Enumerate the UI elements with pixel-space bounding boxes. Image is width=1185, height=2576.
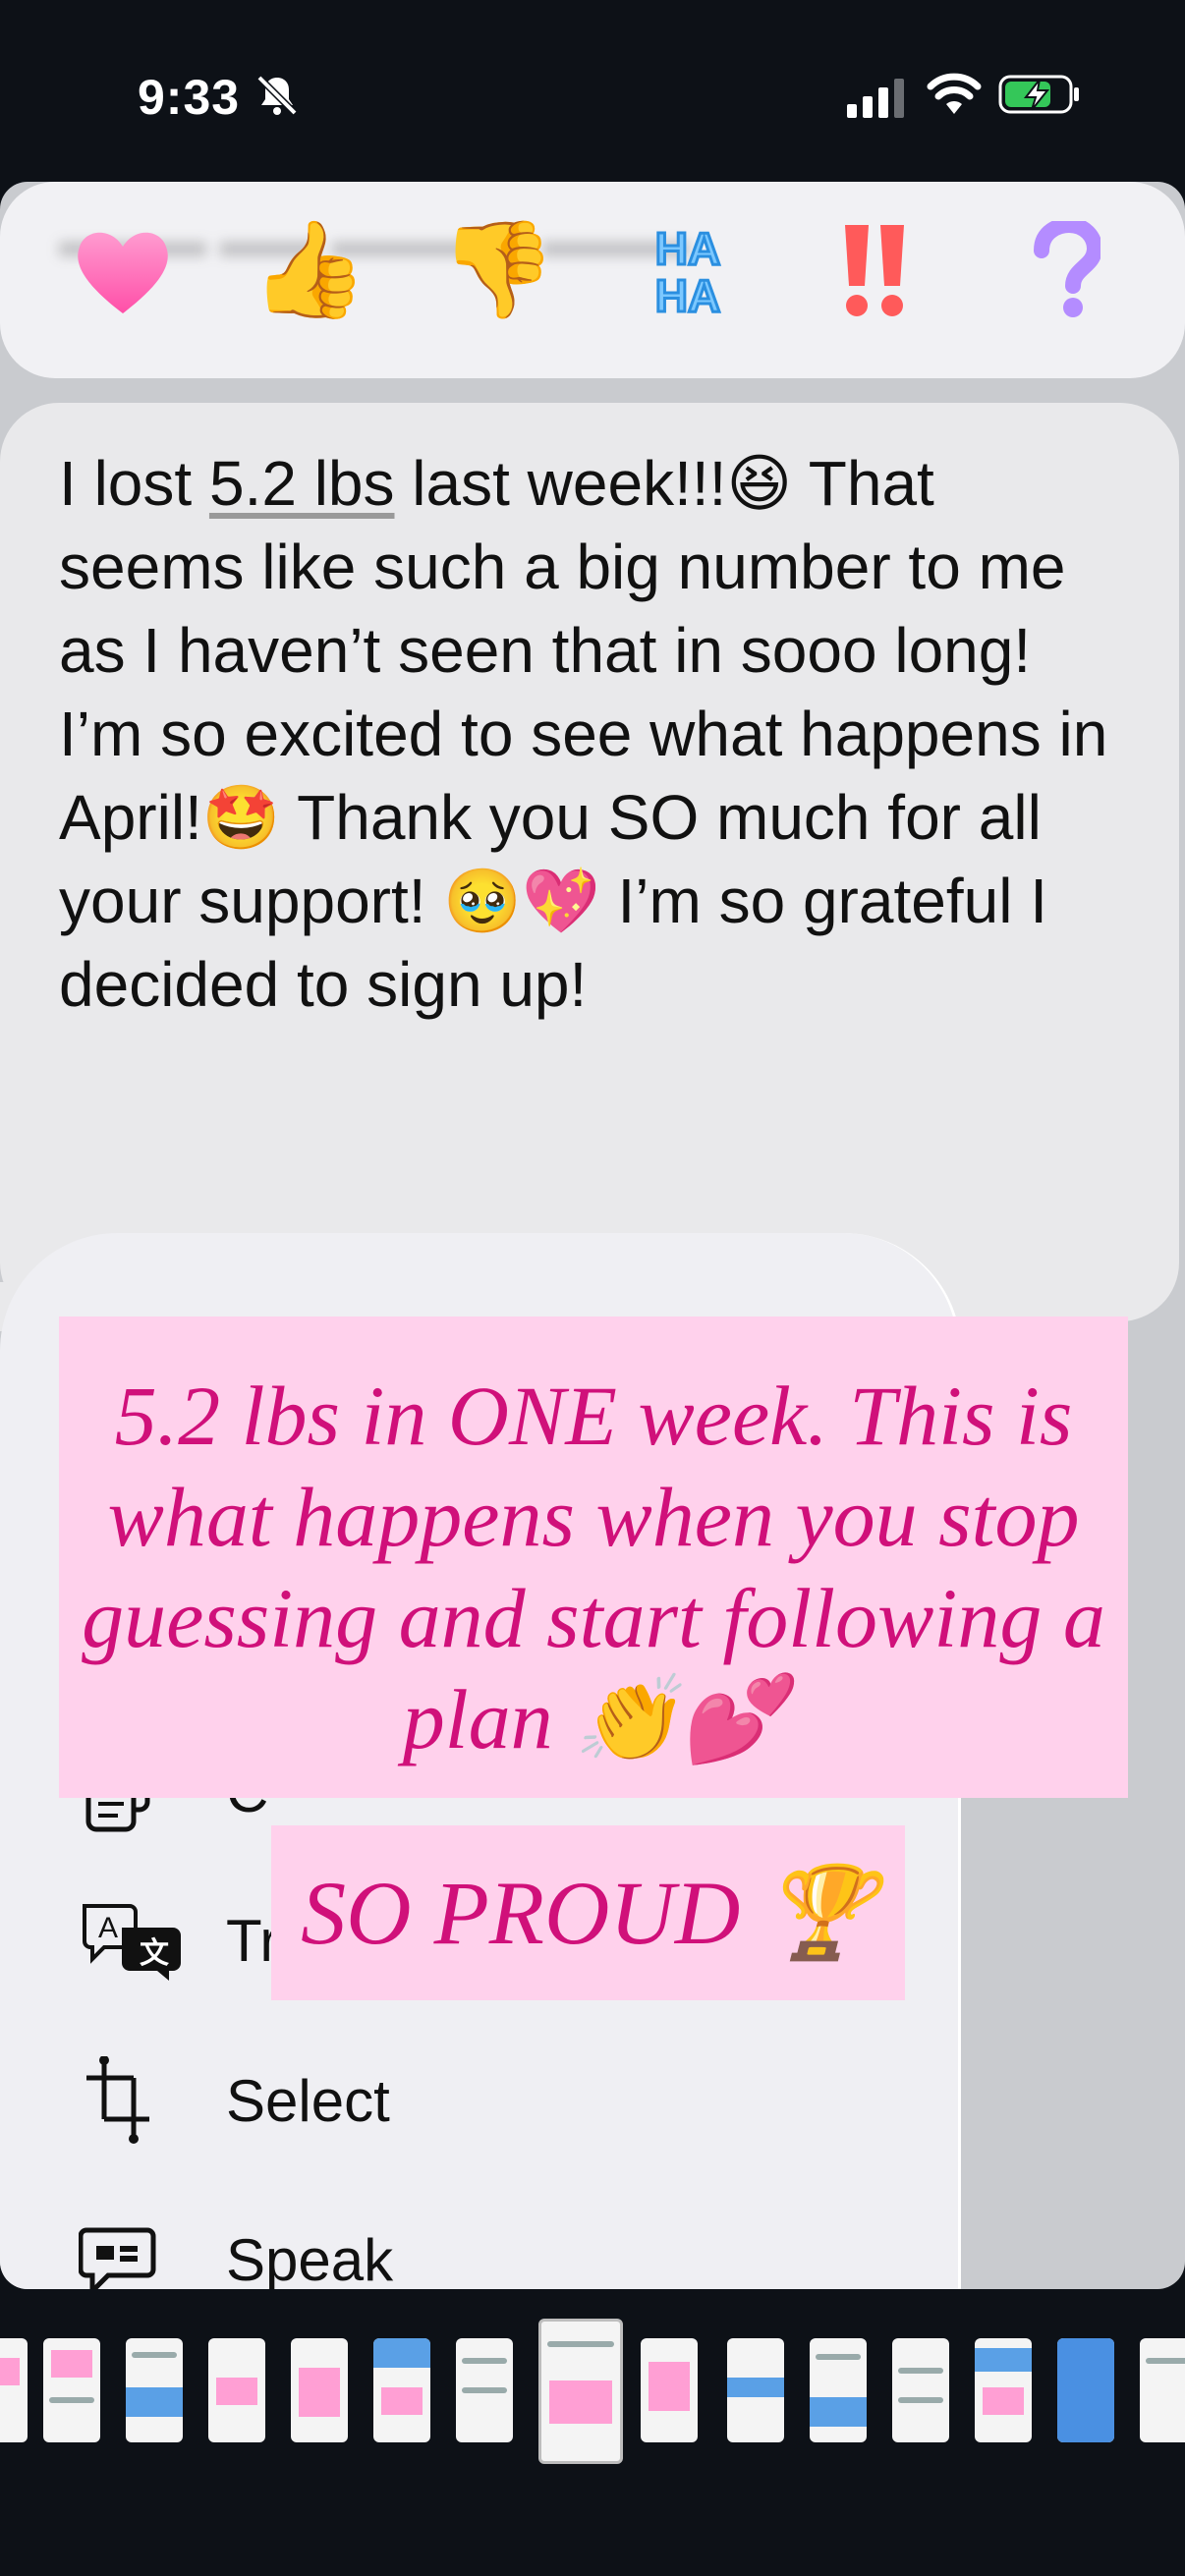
thumbnail-current[interactable]	[538, 2319, 623, 2464]
thumbnail[interactable]	[727, 2338, 784, 2442]
thumbnail[interactable]	[641, 2338, 698, 2442]
menu-item-speak[interactable]: Speak	[79, 2206, 924, 2289]
thumbnail[interactable]	[43, 2338, 100, 2442]
thumbnail[interactable]	[810, 2338, 867, 2442]
menu-item-speak-label: Speak	[226, 2226, 394, 2290]
wifi-icon	[927, 73, 982, 114]
double-exclamation-icon	[845, 225, 904, 316]
thumbs-up-icon: 👍	[251, 217, 368, 322]
thumbnail[interactable]	[975, 2338, 1032, 2442]
thumbs-down-icon: 👎	[439, 217, 557, 322]
thumbnail[interactable]	[208, 2338, 265, 2442]
thumbs-down-reaction-button[interactable]: 👎	[439, 211, 557, 329]
question-mark-icon	[1034, 221, 1100, 317]
heart-icon	[78, 232, 168, 313]
svg-text:HA: HA	[655, 223, 720, 274]
translate-icon: A 文	[83, 1904, 181, 1981]
haha-icon: HA HA	[653, 222, 721, 320]
haha-reaction-button[interactable]: HA HA	[629, 211, 747, 329]
thumbnail[interactable]	[1140, 2338, 1185, 2442]
thumbnail[interactable]	[126, 2338, 183, 2442]
caption-overlay-main: 5.2 lbs in ONE week. This is what happen…	[59, 1316, 1128, 1798]
question-reaction-button[interactable]	[1007, 211, 1125, 329]
status-time: 9:33	[138, 70, 241, 125]
speak-icon	[79, 2227, 156, 2289]
menu-item-select-label: Select	[226, 2067, 390, 2134]
status-bar: 9:33	[0, 0, 1185, 187]
weight-link[interactable]: 5.2 lbs	[209, 448, 395, 519]
message-text-rest: last week!!!😆 That seems like such a big…	[59, 448, 1108, 1020]
thumbs-up-reaction-button[interactable]: 👍	[251, 211, 368, 329]
svg-text:A: A	[98, 1912, 118, 1944]
message-text-start: I lost	[59, 448, 209, 519]
message-screen: ▬▬▬ ▬▬ ▬▬▬▬ ▬▬▬ 👍 👎 HA HA I lost 5.2 lbs…	[0, 182, 1185, 2289]
thumbnail[interactable]	[291, 2338, 348, 2442]
menu-item-select[interactable]: Select	[79, 2046, 924, 2155]
caption-overlay-proud: SO PROUD 🏆	[271, 1825, 905, 2000]
thumbnail[interactable]	[1057, 2338, 1114, 2442]
thumbnail[interactable]	[456, 2338, 513, 2442]
thumbnail[interactable]	[892, 2338, 949, 2442]
select-crop-icon	[86, 2056, 149, 2144]
heart-reaction-button[interactable]	[64, 211, 182, 329]
emphasis-reaction-button[interactable]	[816, 211, 933, 329]
cellular-signal-icon	[847, 79, 904, 118]
svg-text:HA: HA	[655, 270, 720, 319]
battery-charging-icon	[998, 75, 1079, 114]
thumbnail[interactable]	[0, 2338, 28, 2442]
message-text: I lost 5.2 lbs last week!!!😆 That seems …	[59, 442, 1120, 1027]
thumbnail-strip	[0, 2319, 1185, 2466]
bell-muted-icon	[256, 75, 298, 116]
thumbnail[interactable]	[373, 2338, 430, 2442]
svg-text:文: 文	[140, 1936, 169, 1970]
tapback-bar: ▬▬▬ ▬▬ ▬▬▬▬ ▬▬▬ 👍 👎 HA HA	[0, 182, 1185, 378]
